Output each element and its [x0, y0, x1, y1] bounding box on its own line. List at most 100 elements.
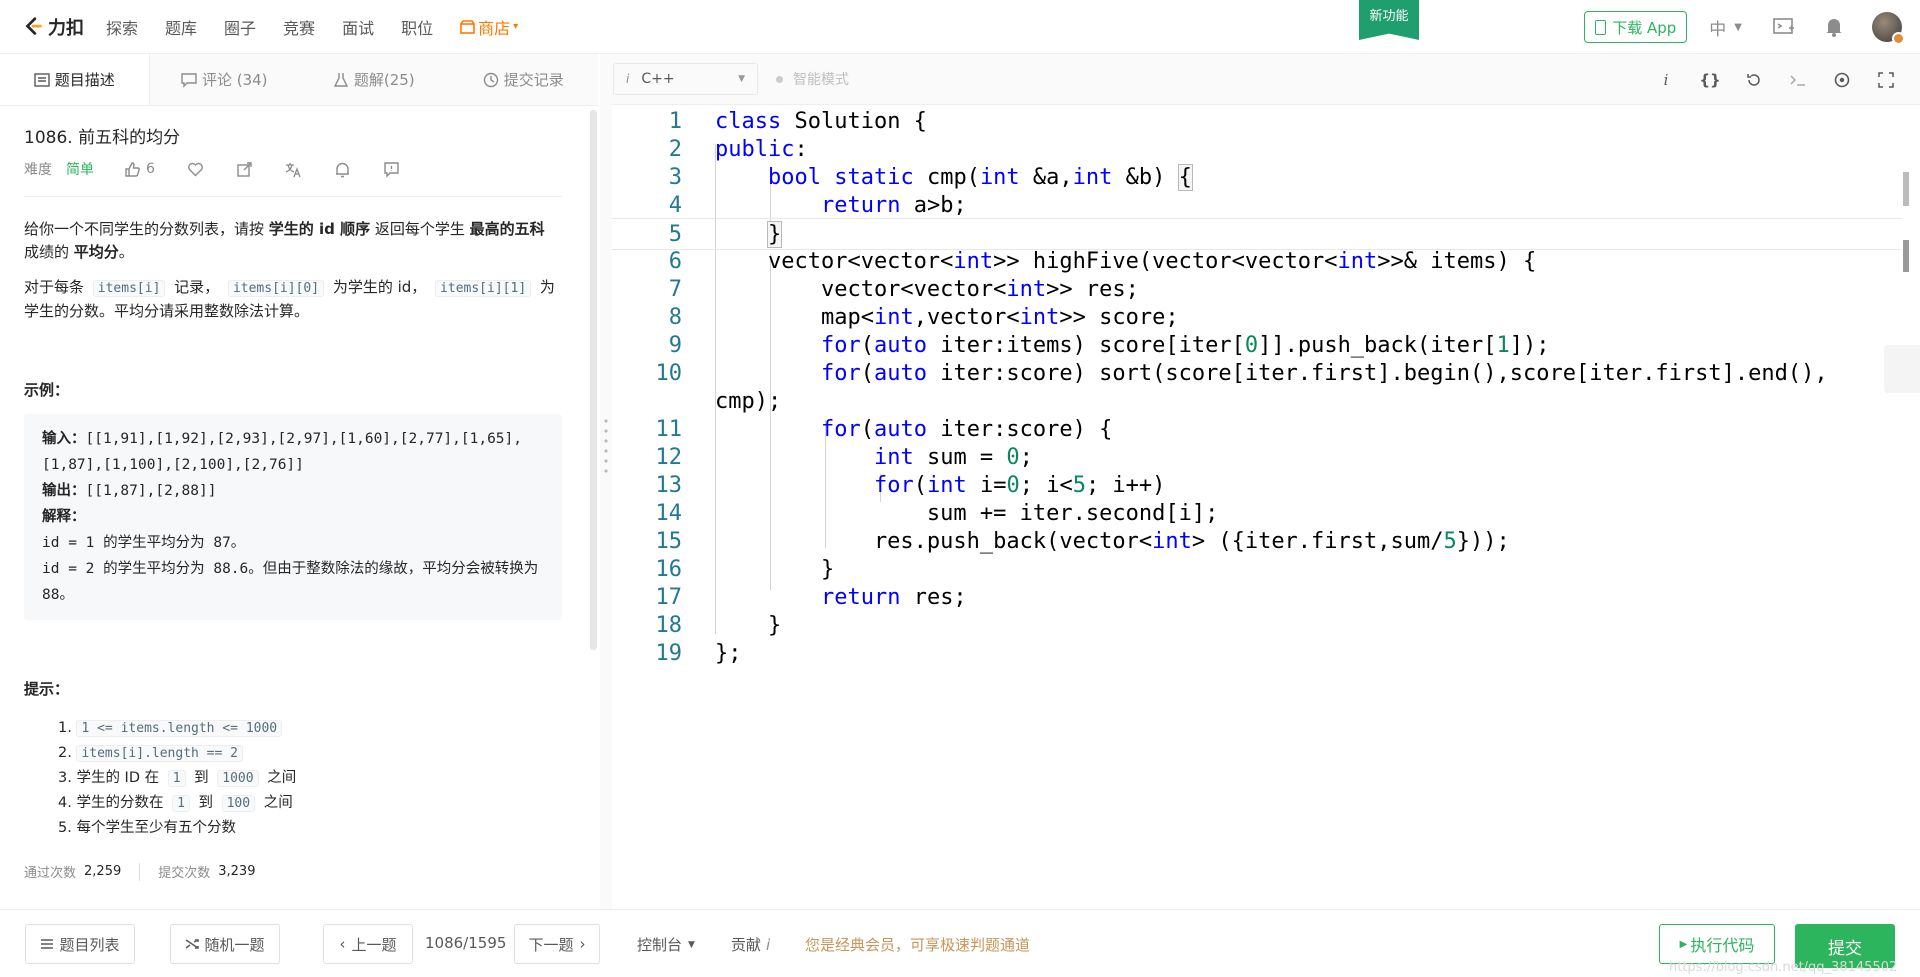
tab-solutions[interactable]: 题解(25) — [299, 54, 449, 105]
language-select[interactable]: i C++ ▼ — [613, 63, 758, 95]
vip-notice: 您是经典会员，可享极速判题通道 — [805, 936, 1031, 954]
hint-text: 到 — [189, 770, 214, 786]
tab-description-label: 题目描述 — [54, 71, 115, 89]
language-switch[interactable]: 中 ▼ — [1709, 15, 1742, 40]
fullscreen-icon[interactable] — [1876, 70, 1896, 90]
notify-button[interactable] — [334, 161, 351, 178]
accepted-count: 2,259 — [84, 864, 122, 879]
line-number: 19 — [655, 641, 683, 666]
store-icon — [460, 19, 475, 34]
play-icon: ▶ — [1679, 938, 1688, 950]
problem-list-button[interactable]: 题目列表 — [25, 924, 135, 964]
avatar[interactable] — [1872, 12, 1905, 45]
editor-scrollbar-marker[interactable] — [1903, 172, 1909, 206]
tab-submissions[interactable]: 提交记录 — [449, 54, 599, 105]
description-paragraph-1: 给你一个不同学生的分数列表，请按 学生的 id 顺序 返回每个学生 最高的五科 … — [24, 218, 556, 264]
like-button[interactable]: 6 — [124, 161, 155, 178]
next-problem-button[interactable]: 下一题 › — [514, 924, 600, 964]
example-output-value: [[1,87],[2,88]] — [85, 483, 217, 499]
watermark: https://blog.csdn.net/qq_38145502 — [1669, 960, 1898, 975]
nav-link-interview[interactable]: 面试 — [342, 15, 374, 39]
chevron-down-icon: ▼ — [688, 939, 695, 950]
next-problem-label: 下一题 — [528, 935, 574, 954]
tab-submissions-label: 提交记录 — [503, 71, 564, 89]
random-problem-button[interactable]: 随机一题 — [170, 924, 280, 964]
console-toggle[interactable]: 控制台 ▼ — [637, 934, 695, 955]
tab-comments-label: 评论 (34) — [201, 71, 268, 89]
settings-icon[interactable] — [1832, 70, 1852, 90]
nav-link-circle[interactable]: 圈子 — [224, 15, 256, 39]
side-feedback-tab[interactable] — [1884, 345, 1920, 393]
app-root: 力扣 探索 题库 圈子 竞赛 面试 职位 商店 ▾ 新功能 下载 App 中 ▼ — [0, 0, 1920, 977]
hint-text: 学生的分数在 — [76, 795, 169, 811]
language-label: 中 — [1709, 19, 1727, 40]
example-explanation-label: 解释： — [42, 509, 86, 525]
contribute-button[interactable]: 贡献 i — [731, 934, 770, 955]
hint-number: 3. — [58, 770, 72, 786]
panel-splitter[interactable] — [600, 54, 612, 909]
tab-description[interactable]: 题目描述 — [0, 54, 150, 105]
inline-code: items[i][1] — [435, 280, 532, 297]
inline-code: items[i].length == 2 — [76, 745, 243, 762]
favorite-button[interactable] — [187, 161, 204, 178]
nav-link-problems[interactable]: 题库 — [165, 15, 197, 39]
run-code-label: 执行代码 — [1690, 936, 1755, 955]
terminal-icon[interactable] — [1788, 70, 1808, 90]
shuffle-icon — [186, 939, 200, 949]
list-item: 4. 学生的分数在 1 到 100 之间 — [58, 791, 556, 816]
info-icon[interactable]: i — [1656, 70, 1676, 90]
reset-icon[interactable] — [1744, 70, 1764, 90]
top-navbar: 力扣 探索 题库 圈子 竞赛 面试 职位 商店 ▾ 新功能 下载 App 中 ▼ — [0, 0, 1920, 54]
share-button[interactable] — [236, 161, 253, 178]
example-input-label: 输入： — [42, 431, 86, 447]
logo[interactable]: 力扣 — [22, 14, 84, 40]
hint-text: 每个学生至少有五个分数 — [76, 820, 236, 836]
download-app-button[interactable]: 下载 App — [1584, 11, 1688, 43]
left-scrollbar[interactable] — [590, 110, 597, 650]
example-input-value: [[1,91],[1,92],[2,93],[2,97],[1,60],[2,7… — [42, 431, 522, 473]
hint-text: 之间 — [262, 770, 297, 786]
code-line: 19}; — [612, 638, 1902, 670]
problem-content: 1086. 前五科的均分 难度 简单 6 给你一个不同学生的分数列表，请按 学生… — [0, 107, 580, 907]
inline-code: items[i] — [92, 280, 166, 297]
vip-badge-icon — [1892, 32, 1905, 45]
problem-meta: 难度 简单 6 — [24, 159, 562, 197]
submitted-count: 3,239 — [218, 864, 256, 879]
list-item: 3. 学生的 ID 在 1 到 1000 之间 — [58, 766, 556, 791]
feedback-button[interactable] — [383, 161, 400, 178]
example-output-label: 输出： — [42, 483, 86, 499]
prev-problem-button[interactable]: ‹ 上一题 — [323, 924, 413, 964]
nav-link-jobs[interactable]: 职位 — [401, 15, 433, 39]
inline-code: 1000 — [217, 770, 259, 787]
bell-icon[interactable] — [1822, 15, 1846, 39]
editor-actions: i {} — [1656, 54, 1920, 105]
hints-list: 1. 1 <= items.length <= 1000 2. items[i]… — [58, 716, 556, 840]
translate-button[interactable] — [285, 161, 302, 178]
run-code-button[interactable]: ▶ 执行代码 — [1659, 924, 1775, 964]
playground-icon[interactable] — [1772, 15, 1796, 39]
new-feature-ribbon[interactable]: 新功能 — [1359, 0, 1419, 40]
code-editor[interactable]: 1 class Solution { 2 public: 3 bool static… — [612, 106, 1902, 909]
console-label: 控制台 — [637, 936, 683, 954]
format-braces-icon[interactable]: {} — [1699, 70, 1720, 90]
nav-link-store[interactable]: 商店 ▾ — [460, 15, 518, 39]
smart-mode-toggle[interactable]: 智能模式 — [776, 69, 849, 89]
likes-count: 6 — [146, 161, 155, 177]
hints-heading: 提示： — [24, 680, 70, 698]
inline-code: 1 — [172, 795, 190, 812]
example-output: 输出：[[1,87],[2,88]] — [42, 478, 544, 504]
tab-solutions-label: 题解(25) — [353, 71, 415, 89]
desc-text: 返回每个学生 — [370, 220, 470, 238]
chevron-down-icon: ▼ — [738, 74, 745, 84]
info-icon: i — [766, 936, 771, 954]
heart-icon — [188, 162, 203, 176]
tab-comments[interactable]: 评论 (34) — [150, 54, 300, 105]
info-icon: i — [626, 72, 630, 86]
inline-code: 1 — [167, 770, 186, 787]
hint-text: 到 — [193, 795, 218, 811]
bell-outline-icon — [335, 162, 349, 177]
editor-scrollbar-marker[interactable] — [1903, 240, 1909, 272]
nav-link-contest[interactable]: 竞赛 — [283, 15, 315, 39]
smart-mode-dot — [776, 75, 783, 83]
nav-link-explore[interactable]: 探索 — [106, 15, 138, 39]
